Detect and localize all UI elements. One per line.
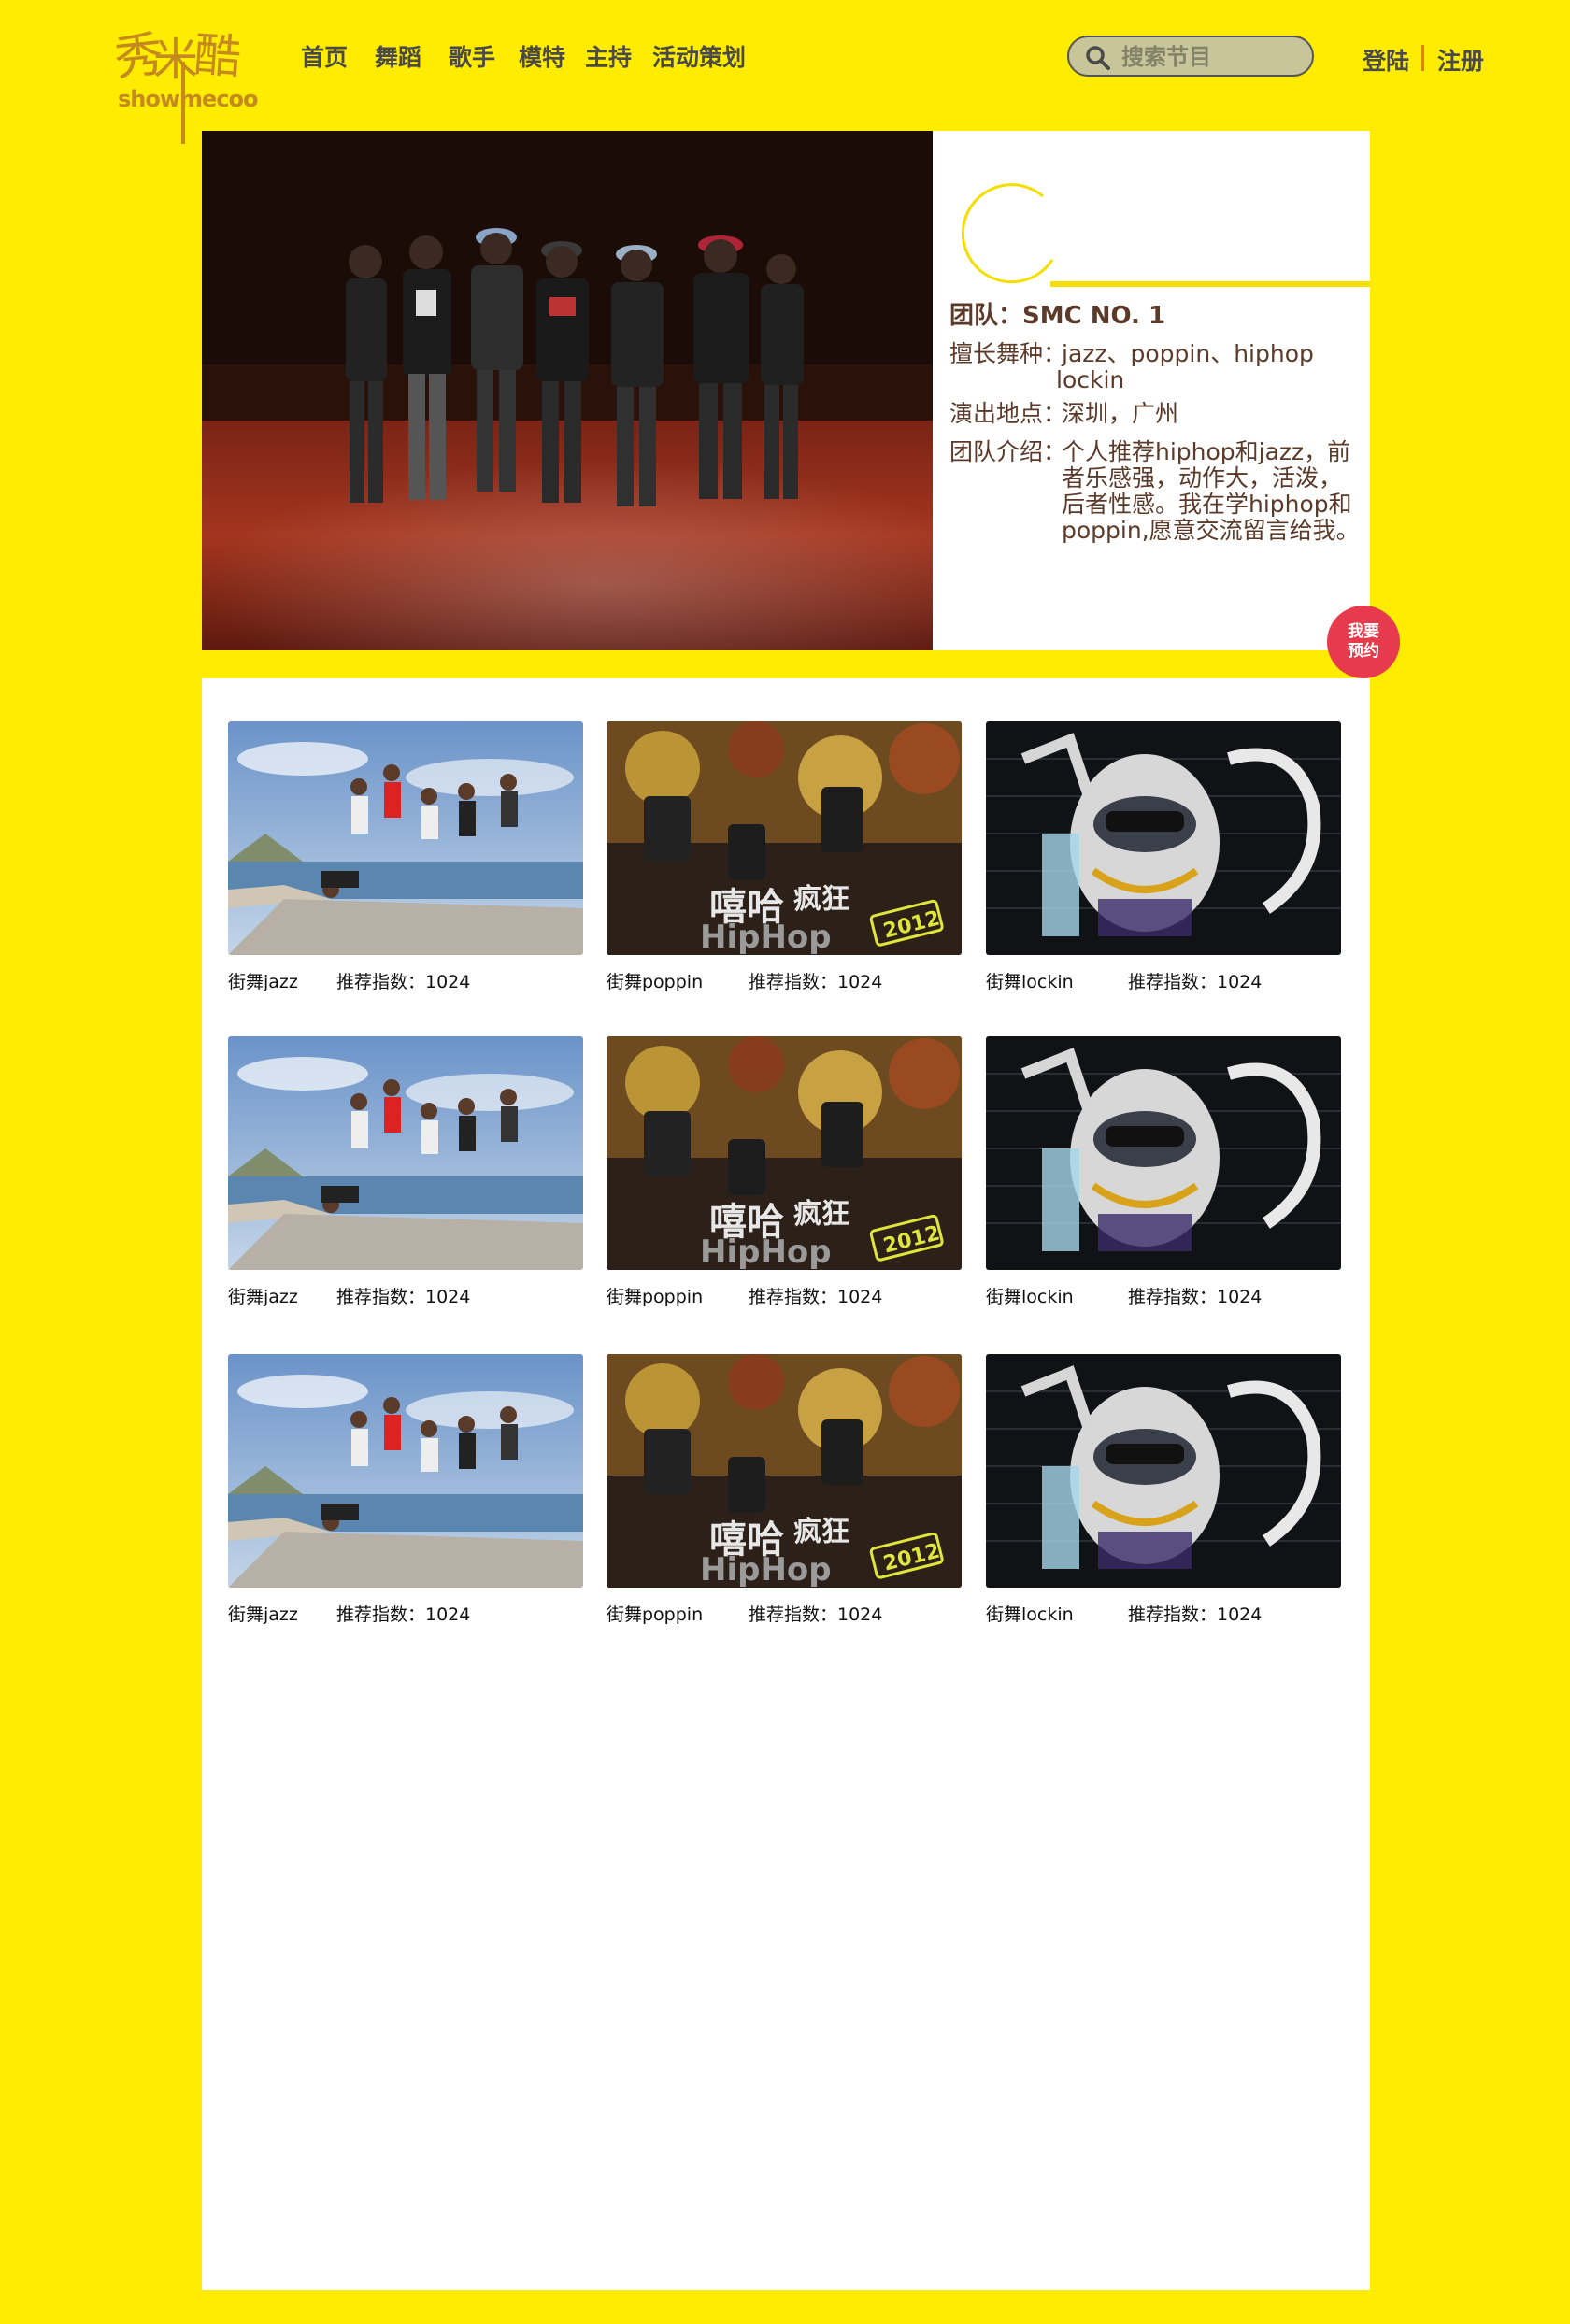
search-input[interactable]: [1120, 41, 1306, 73]
intro-line-3: 后者性感。我在学hiphop和: [1062, 491, 1352, 518]
card-title[interactable]: 街舞lockin: [986, 1283, 1074, 1308]
card-thumbnail[interactable]: 嘻哈 疯狂 HipHop 2012: [607, 1354, 962, 1588]
login-link[interactable]: 登陆: [1363, 43, 1409, 77]
location-label: 演出地点：: [949, 400, 1067, 427]
dance-type-value-1: jazz、poppin、hiphop: [1062, 340, 1314, 367]
poster-text: HipHop: [700, 1233, 832, 1270]
card-title[interactable]: 街舞lockin: [986, 1601, 1074, 1626]
graffiti-art-image: [986, 721, 1341, 955]
card-title[interactable]: 街舞lockin: [986, 968, 1074, 993]
book-button-line1: 我要: [1348, 622, 1379, 641]
site-logo[interactable]: 秀 米 酷 showmecoo: [112, 15, 259, 146]
location-row: 演出地点： 深圳，广州: [949, 400, 1361, 428]
team-label: 团队：: [949, 302, 1023, 330]
card-meta: 街舞poppin 推荐指数：1024: [607, 1283, 962, 1311]
card-score: 推荐指数：1024: [749, 972, 883, 992]
intro-row: 团队介绍： 个人推荐hiphop和jazz，前 者乐感强，动作大，活泼， 后者性…: [949, 438, 1370, 550]
card-score: 推荐指数：1024: [336, 972, 471, 992]
card-score: 推荐指数：1024: [749, 1604, 883, 1625]
decorative-ring-icon: [961, 183, 1370, 287]
intro-line-1: 个人推荐hiphop和jazz，前: [1062, 438, 1351, 465]
logo-char-3: 酷: [192, 27, 243, 85]
dance-card[interactable]: 街舞lockin 推荐指数：1024: [986, 1036, 1341, 1311]
team-photo: [202, 131, 933, 650]
poster-text: HipHop: [700, 919, 832, 955]
dance-card[interactable]: 街舞lockin 推荐指数：1024: [986, 1354, 1341, 1629]
intro-line-2: 者乐感强，动作大，活泼，: [1062, 464, 1343, 492]
poster-text: HipHop: [700, 1551, 832, 1588]
dance-card[interactable]: 嘻哈 疯狂 HipHop 2012 街舞poppin 推荐指数：1024: [607, 1036, 962, 1311]
intro-line-4: poppin,愿意交流留言给我。: [1062, 517, 1360, 544]
team-hero: 团队：SMC NO. 1 擅长舞种： jazz、poppin、hiphop lo…: [202, 131, 1370, 650]
poster-text: 疯狂: [793, 883, 849, 916]
intro-label: 团队介绍：: [949, 438, 1067, 465]
dance-type-label: 擅长舞种：: [949, 340, 1067, 367]
card-thumbnail[interactable]: [228, 1354, 583, 1588]
graffiti-art-image: [986, 1354, 1341, 1588]
dance-card[interactable]: 街舞jazz 推荐指数：1024: [228, 1354, 583, 1629]
card-thumbnail[interactable]: 嘻哈 疯狂 HipHop 2012: [607, 1036, 962, 1270]
register-link[interactable]: 注册: [1437, 43, 1484, 77]
card-meta: 街舞jazz 推荐指数：1024: [228, 1283, 583, 1311]
dance-card[interactable]: 嘻哈 疯狂 HipHop 2012 街舞poppin 推荐指数：1024: [607, 721, 962, 996]
team-name-row: 团队：SMC NO. 1: [949, 303, 1361, 330]
card-score: 推荐指数：1024: [749, 1287, 883, 1307]
card-meta: 街舞poppin 推荐指数：1024: [607, 1601, 962, 1629]
card-score: 推荐指数：1024: [1128, 1604, 1263, 1625]
poster-text: 疯狂: [793, 1198, 849, 1231]
card-score: 推荐指数：1024: [336, 1287, 471, 1307]
card-meta: 街舞poppin 推荐指数：1024: [607, 968, 962, 996]
card-thumbnail[interactable]: [986, 1036, 1341, 1270]
card-title[interactable]: 街舞poppin: [607, 968, 703, 993]
dance-card[interactable]: 嘻哈 疯狂 HipHop 2012 街舞poppin 推荐指数：1024: [607, 1354, 962, 1629]
card-score: 推荐指数：1024: [1128, 1287, 1263, 1307]
dance-type-row: 擅长舞种： jazz、poppin、hiphop lockin: [949, 340, 1361, 396]
hiphop-poster-image: 嘻哈 疯狂 HipHop 2012: [607, 721, 962, 955]
card-thumbnail[interactable]: [228, 721, 583, 955]
dance-gallery: 街舞jazz 推荐指数：1024 嘻哈 疯狂 HipHop 2012 街舞popp…: [202, 678, 1370, 2290]
dance-type-value-2: lockin: [1056, 366, 1125, 393]
card-score: 推荐指数：1024: [1128, 972, 1263, 992]
card-meta: 街舞jazz 推荐指数：1024: [228, 968, 583, 996]
nav-model[interactable]: 模特: [519, 39, 565, 73]
card-title[interactable]: 街舞jazz: [228, 968, 298, 993]
jazz-group-photo-image: [228, 1354, 583, 1588]
card-title[interactable]: 街舞poppin: [607, 1283, 703, 1308]
card-title[interactable]: 街舞jazz: [228, 1601, 298, 1626]
dance-card[interactable]: 街舞jazz 推荐指数：1024: [228, 721, 583, 996]
dance-card[interactable]: 街舞jazz 推荐指数：1024: [228, 1036, 583, 1311]
card-meta: 街舞jazz 推荐指数：1024: [228, 1601, 583, 1629]
team-value: SMC NO. 1: [1022, 302, 1166, 330]
card-meta: 街舞lockin 推荐指数：1024: [986, 1283, 1341, 1311]
jazz-group-photo-image: [228, 721, 583, 955]
card-title[interactable]: 街舞poppin: [607, 1601, 703, 1626]
poster-text: 疯狂: [793, 1516, 849, 1548]
nav-event-planning[interactable]: 活动策划: [652, 39, 746, 73]
nav-host[interactable]: 主持: [585, 39, 632, 73]
hiphop-poster-image: 嘻哈 疯狂 HipHop 2012: [607, 1354, 962, 1588]
card-meta: 街舞lockin 推荐指数：1024: [986, 1601, 1341, 1629]
nav-singer[interactable]: 歌手: [449, 39, 495, 73]
hiphop-poster-image: 嘻哈 疯狂 HipHop 2012: [607, 1036, 962, 1270]
card-title[interactable]: 街舞jazz: [228, 1283, 298, 1308]
logo-char-2: 米: [153, 34, 199, 86]
jazz-group-photo-image: [228, 1036, 583, 1270]
graffiti-art-image: [986, 1036, 1341, 1270]
dance-card[interactable]: 街舞lockin 推荐指数：1024: [986, 721, 1341, 996]
search-icon[interactable]: [1086, 46, 1110, 70]
auth-divider: [1421, 45, 1424, 71]
card-thumbnail[interactable]: 嘻哈 疯狂 HipHop 2012: [607, 721, 962, 955]
card-score: 推荐指数：1024: [336, 1604, 471, 1625]
card-meta: 街舞lockin 推荐指数：1024: [986, 968, 1341, 996]
book-button-line2: 预约: [1348, 642, 1379, 661]
search-box[interactable]: [1067, 36, 1314, 77]
card-thumbnail[interactable]: [986, 1354, 1341, 1588]
nav-dance[interactable]: 舞蹈: [375, 39, 421, 73]
card-thumbnail[interactable]: [986, 721, 1341, 955]
location-value: 深圳，广州: [1062, 400, 1179, 427]
nav-home[interactable]: 首页: [301, 39, 348, 73]
logo-subtext: showmecoo: [118, 86, 259, 112]
book-button[interactable]: 我要 预约: [1327, 606, 1400, 678]
card-thumbnail[interactable]: [228, 1036, 583, 1270]
